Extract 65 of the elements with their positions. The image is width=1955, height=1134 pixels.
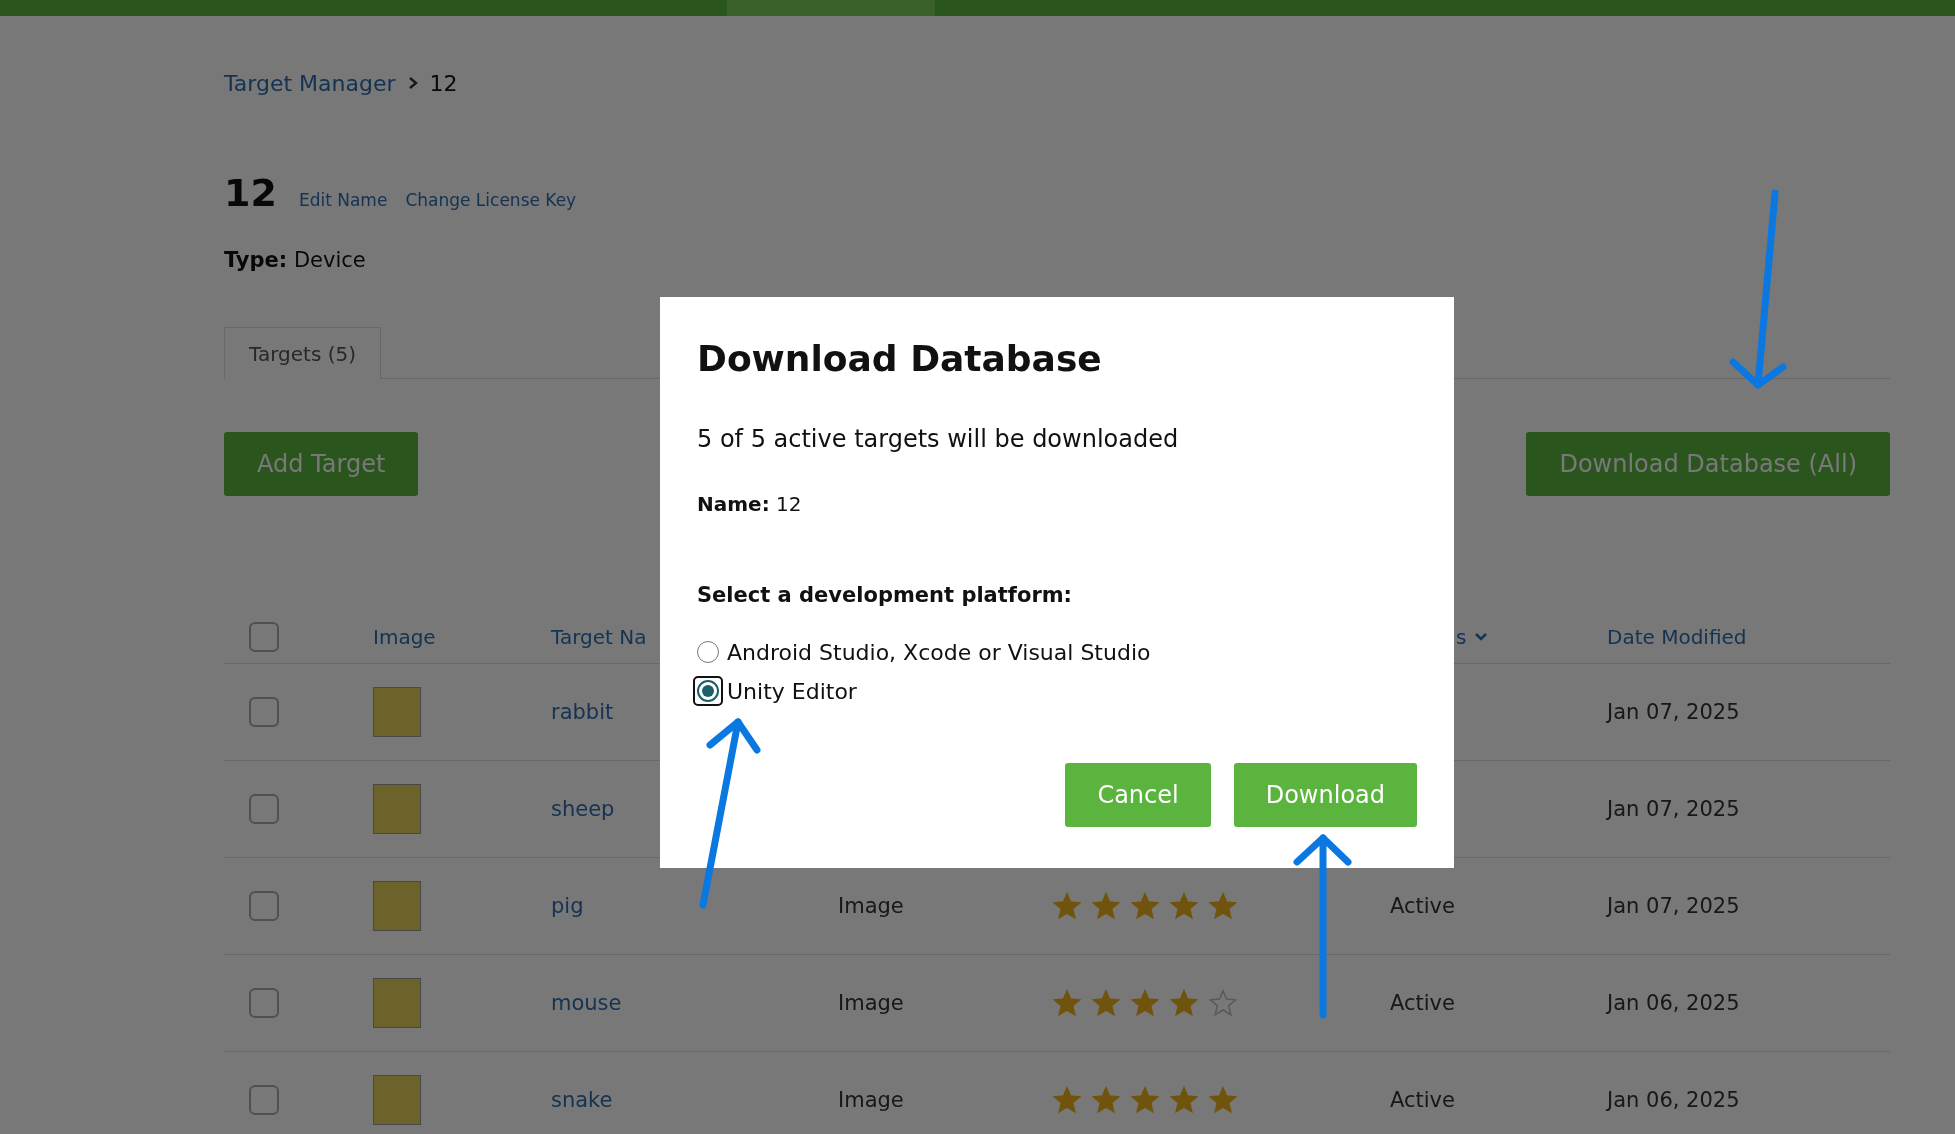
star-icon [1092, 1086, 1120, 1114]
row-checkbox[interactable] [249, 697, 279, 727]
star-icon [1053, 892, 1081, 920]
photo-placeholder [373, 881, 421, 931]
column-header[interactable]: s [1390, 625, 1607, 649]
photo-placeholder [373, 1075, 421, 1125]
platform-radio[interactable] [693, 676, 723, 706]
star-icon [1092, 892, 1120, 920]
row-checkbox[interactable] [249, 1085, 279, 1115]
target-type: Image [838, 991, 904, 1015]
target-name-link[interactable]: pig [551, 894, 584, 918]
star-icon [1053, 1086, 1081, 1114]
date-modified: Jan 07, 2025 [1607, 797, 1740, 821]
star-icon [1131, 989, 1159, 1017]
action-link[interactable]: Edit Name [298, 190, 388, 210]
star-icon [1053, 989, 1081, 1017]
database-name: 12 [224, 171, 277, 215]
star-icon [1131, 892, 1159, 920]
column-header[interactable]: Date Modified [1607, 625, 1890, 649]
cancel-button[interactable]: Cancel [1065, 763, 1211, 827]
download-button[interactable]: Download [1233, 763, 1417, 827]
chevron-down-icon[interactable] [1474, 632, 1489, 642]
platform-option-label[interactable]: Android Studio, Xcode or Visual Studio [727, 639, 1151, 665]
add-target-button[interactable]: Add Target [224, 432, 419, 496]
target-name-link[interactable]: snake [551, 1088, 613, 1112]
star-icon [1170, 892, 1198, 920]
dialog-name: Name: 12 [697, 491, 803, 518]
target-status: Active [1390, 991, 1455, 1015]
select-all-checkbox[interactable] [249, 622, 279, 652]
dialog-summary: 5 of 5 active targets will be downloaded [697, 424, 1180, 454]
database-type: Type: Device [224, 247, 367, 274]
star-icon [1170, 989, 1198, 1017]
platform-option-label[interactable]: Unity Editor [727, 678, 857, 704]
star-icon [1209, 1086, 1237, 1114]
download-database-button[interactable]: Download Database (All) [1526, 432, 1890, 496]
breadcrumb-current: 12 [429, 70, 458, 96]
target-type: Image [838, 894, 904, 918]
star-icon [1170, 1086, 1198, 1114]
star-icon [1092, 989, 1120, 1017]
target-status: Active [1390, 1088, 1455, 1112]
row-checkbox[interactable] [249, 794, 279, 824]
photo-placeholder [373, 784, 421, 834]
star-icon [1209, 892, 1237, 920]
row-checkbox[interactable] [249, 891, 279, 921]
target-name-link[interactable]: sheep [551, 797, 615, 821]
date-modified: Jan 06, 2025 [1607, 1088, 1740, 1112]
date-modified: Jan 07, 2025 [1607, 700, 1740, 724]
target-status: Active [1390, 894, 1455, 918]
target-name-link[interactable]: mouse [551, 991, 622, 1015]
action-link[interactable]: Change License Key [405, 190, 577, 210]
target-name-link[interactable]: rabbit [551, 700, 614, 724]
row-checkbox[interactable] [249, 988, 279, 1018]
star-outline-icon [1209, 989, 1237, 1017]
chevron-right-icon [407, 77, 418, 89]
photo-placeholder [373, 687, 421, 737]
target-type: Image [838, 1088, 904, 1112]
date-modified: Jan 07, 2025 [1607, 894, 1740, 918]
date-modified: Jan 06, 2025 [1607, 991, 1740, 1015]
dialog-title: Download Database [697, 337, 1103, 381]
photo-placeholder [373, 978, 421, 1028]
breadcrumb-link[interactable]: Target Manager [224, 70, 396, 96]
platform-heading: Select a development platform: [697, 582, 1074, 609]
column-header[interactable]: Image [373, 625, 551, 649]
targets-tab[interactable]: Targets (5) [224, 327, 381, 379]
star-icon [1131, 1086, 1159, 1114]
